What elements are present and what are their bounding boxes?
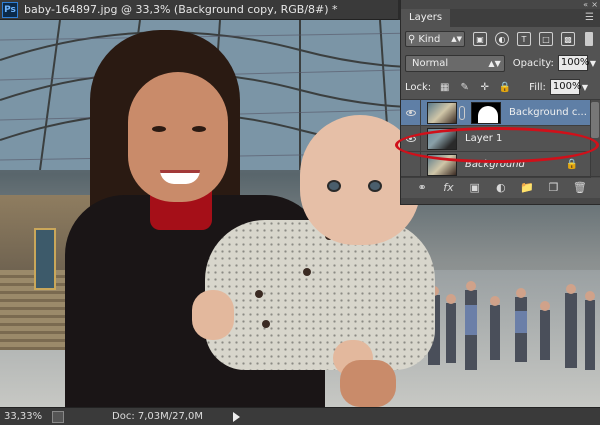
layer-thumbnail bbox=[427, 127, 457, 150]
opacity-slider-icon[interactable]: ▼ bbox=[590, 59, 596, 68]
photoshop-logo: Ps bbox=[2, 1, 18, 18]
coat-button bbox=[262, 320, 270, 328]
lock-label: Lock: bbox=[405, 81, 432, 93]
sweater-button bbox=[303, 268, 311, 276]
visibility-eye-icon[interactable] bbox=[401, 125, 421, 152]
layer-lock-icon: 🔒 bbox=[565, 159, 578, 170]
smart-object-filter-icon[interactable]: ▩ bbox=[561, 32, 575, 46]
layer-row-background-copy[interactable]: Background c... bbox=[401, 99, 600, 126]
export-icon[interactable] bbox=[52, 410, 64, 423]
collapse-icon[interactable]: « bbox=[583, 0, 588, 9]
panel-menu-icon[interactable]: ☰ bbox=[585, 12, 594, 23]
fill-label: Fill: bbox=[529, 81, 546, 93]
document-tab[interactable]: Ps baby-164897.jpg @ 33,3% (Background c… bbox=[0, 0, 398, 20]
status-menu-arrow-icon[interactable] bbox=[233, 411, 241, 422]
opacity-label: Opacity: bbox=[512, 57, 554, 69]
mother-hand bbox=[340, 360, 396, 407]
baby-sweater bbox=[205, 220, 435, 370]
layers-scrollbar[interactable] bbox=[590, 100, 600, 178]
layer-thumbnail bbox=[427, 101, 457, 124]
mother-eye bbox=[192, 126, 206, 132]
layer-mask-thumbnail[interactable] bbox=[471, 101, 501, 124]
shape-filter-icon[interactable]: □ bbox=[539, 32, 553, 46]
fill-field[interactable]: 100% bbox=[549, 79, 582, 95]
blend-row: Normal ▲▼ Opacity: 100% ▼ bbox=[401, 51, 600, 75]
lock-transparent-icon[interactable]: ▦ bbox=[438, 81, 451, 94]
layer-row-background[interactable]: Background 🔒 bbox=[401, 151, 600, 178]
panel-resize-grip[interactable] bbox=[401, 198, 600, 204]
filter-row: ⚲ Kind ▲▼ ▣ ◐ T □ ▩ bbox=[401, 27, 600, 51]
photoshop-window: Ps baby-164897.jpg @ 33,3% (Background c… bbox=[0, 0, 600, 425]
close-icon[interactable]: × bbox=[591, 0, 598, 9]
delete-layer-icon[interactable]: 🗑 bbox=[573, 181, 587, 195]
filter-toggle[interactable] bbox=[585, 32, 593, 46]
lock-all-icon[interactable]: 🔒 bbox=[498, 81, 511, 94]
panel-tabbar: Layers ☰ bbox=[401, 9, 600, 27]
visibility-eye-icon[interactable] bbox=[401, 99, 421, 126]
mother-eye bbox=[152, 126, 166, 132]
pixel-filter-icon[interactable]: ▣ bbox=[473, 32, 487, 46]
layer-thumbnail bbox=[427, 153, 457, 176]
search-icon: ⚲ bbox=[408, 33, 416, 45]
visibility-empty-icon[interactable] bbox=[401, 151, 421, 178]
lock-row: Lock: ▦ ✎ ✛ 🔒 Fill: 100% ▼ bbox=[401, 75, 600, 99]
layer-style-icon[interactable]: fx bbox=[441, 181, 455, 195]
lock-image-icon[interactable]: ✎ bbox=[458, 81, 471, 94]
fill-slider-icon[interactable]: ▼ bbox=[582, 83, 588, 92]
filter-kind-label: Kind bbox=[418, 33, 441, 45]
wall-poster bbox=[34, 228, 56, 290]
blend-mode-select[interactable]: Normal ▲▼ bbox=[405, 54, 505, 72]
panel-footer: ⚭ fx ▣ ◐ 📁 ❐ 🗑 bbox=[401, 176, 600, 198]
type-filter-icon[interactable]: T bbox=[517, 32, 531, 46]
filter-kind-select[interactable]: ⚲ Kind ▲▼ bbox=[405, 31, 465, 47]
new-group-icon[interactable]: 📁 bbox=[520, 181, 534, 195]
opacity-field[interactable]: 100% bbox=[557, 55, 589, 71]
layer-list: Background c... Layer 1 Background 🔒 bbox=[401, 99, 600, 178]
status-bar: 33,33% Doc: 7,03M/27,0M bbox=[0, 407, 600, 425]
link-layers-icon[interactable]: ⚭ bbox=[415, 181, 429, 195]
layer-name: Background bbox=[465, 159, 525, 170]
add-mask-icon[interactable]: ▣ bbox=[468, 181, 482, 195]
layers-panel: « × Layers ☰ ⚲ Kind ▲▼ ▣ ◐ T □ ▩ Normal … bbox=[400, 0, 600, 205]
adjustment-filter-icon[interactable]: ◐ bbox=[495, 32, 509, 46]
layer-name: Layer 1 bbox=[465, 133, 503, 144]
baby-hand bbox=[192, 290, 234, 340]
new-layer-icon[interactable]: ❐ bbox=[547, 181, 561, 195]
document-size: Doc: 7,03M/27,0M bbox=[112, 411, 204, 422]
adjustment-layer-icon[interactable]: ◐ bbox=[494, 181, 508, 195]
zoom-field[interactable]: 33,33% bbox=[0, 411, 50, 422]
lock-position-icon[interactable]: ✛ bbox=[478, 81, 491, 94]
baby-eye bbox=[327, 180, 341, 192]
chevron-down-icon: ▲▼ bbox=[488, 58, 501, 68]
document-title: baby-164897.jpg @ 33,3% (Background copy… bbox=[24, 3, 338, 16]
panel-header-strip: « × bbox=[401, 0, 600, 9]
crowd bbox=[428, 281, 595, 370]
mask-link-icon[interactable] bbox=[459, 105, 465, 120]
layer-row-layer-1[interactable]: Layer 1 bbox=[401, 125, 600, 152]
baby-eye bbox=[368, 180, 382, 192]
scrollbar-thumb[interactable] bbox=[591, 102, 599, 138]
layer-name: Background c... bbox=[509, 107, 587, 118]
blend-mode-value: Normal bbox=[412, 57, 449, 69]
chevron-down-icon: ▲▼ bbox=[451, 35, 462, 43]
tab-layers[interactable]: Layers bbox=[401, 9, 451, 27]
coat-button bbox=[255, 290, 263, 298]
